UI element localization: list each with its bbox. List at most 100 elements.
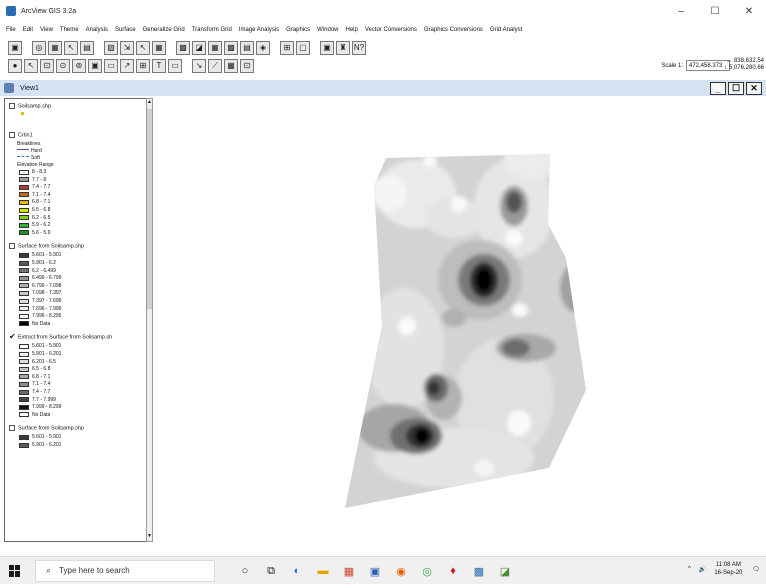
tool-bar-15-button[interactable]: ⊡ (240, 58, 254, 73)
tool-bar-2-button[interactable]: ↖ (24, 58, 38, 73)
theme-4[interactable]: ✔ Extract from Surface from Soilsamp.sh (9, 333, 112, 341)
tool-bar-13-button[interactable]: ⟋ (208, 58, 222, 73)
button-bar-16-button[interactable]: ⊞ (280, 40, 294, 55)
button-bar-1-button[interactable]: ▣ (8, 40, 22, 55)
menu-item-window[interactable]: Window (317, 27, 338, 33)
menu-item-transform-grid[interactable]: Transform Grid (192, 27, 232, 33)
button-bar-12-button[interactable]: ▦ (208, 40, 222, 55)
tool-bar-9-button[interactable]: ⊞ (136, 58, 150, 73)
button-bar-2-button[interactable]: ◎ (32, 40, 46, 55)
theme-5[interactable]: Surface from Soilsamp.shp (9, 425, 84, 432)
legend-swatch (19, 260, 29, 266)
theme-visibility-checkbox[interactable] (9, 132, 15, 138)
legend-swatch (19, 359, 29, 365)
menu-item-analysis[interactable]: Analysis (86, 27, 108, 33)
tool-bar-8-button[interactable]: ↗ (120, 58, 134, 73)
button-bar-11-button[interactable]: ◪ (192, 40, 206, 55)
menu-item-help[interactable]: Help (346, 27, 358, 33)
view-title-bar: View1 _ ☐ ✕ (0, 80, 766, 96)
app-red-icon[interactable]: ♦ (440, 560, 466, 582)
theme-visibility-checkbox[interactable]: ✔ (9, 333, 16, 341)
theme-1[interactable]: Soilsamp.shp (9, 103, 51, 110)
table-of-contents[interactable]: Soilsamp.shp Crtin1 Breaklines Hard Soft Elev… (4, 98, 150, 542)
button-bar-7-button[interactable]: ⇲ (120, 40, 134, 55)
maximize-button[interactable]: ☐ (698, 0, 732, 22)
button-bar-20-button[interactable]: N? (352, 40, 366, 55)
button-bar-4-button[interactable]: ↖ (64, 40, 78, 55)
menu-item-vector-conversions[interactable]: Vector Conversions (365, 27, 417, 33)
button-bar-9-button[interactable]: ▦ (152, 40, 166, 55)
button-bar-6-button[interactable]: ▧ (104, 40, 118, 55)
tool-bar-5-button[interactable]: ⊚ (72, 58, 86, 73)
taskbar-search-box[interactable]: ⌕ Type here to search (35, 559, 215, 582)
view-minimize-button[interactable]: _ (710, 82, 726, 95)
firefox-icon[interactable]: ◉ (388, 560, 414, 582)
file-explorer-icon[interactable]: ▬ (310, 560, 336, 582)
view-maximize-button[interactable]: ☐ (728, 82, 744, 95)
menu-item-edit[interactable]: Edit (23, 27, 33, 33)
button-bar-18-button[interactable]: ▣ (320, 40, 334, 55)
tool-bar-12-button[interactable]: ↘ (192, 58, 206, 73)
tool-bar-1-button[interactable]: ● (8, 58, 22, 73)
task-view-icon[interactable]: ⧉ (258, 560, 284, 582)
menu-item-view[interactable]: View (40, 27, 53, 33)
notification-icon[interactable]: 🗨 (752, 566, 760, 573)
theme-2[interactable]: Crtin1 (9, 132, 33, 139)
button-bar-5-button[interactable]: ▤ (80, 40, 94, 55)
legend-entry: 6.499 - 6.799 (19, 275, 61, 281)
theme-visibility-checkbox[interactable] (9, 243, 15, 250)
extracted-surface-raster (345, 154, 586, 508)
coord-y: ↕ 5,076,280.66 (724, 65, 764, 71)
cortana-icon[interactable]: ○ (232, 560, 258, 582)
close-button[interactable]: ✕ (732, 0, 766, 22)
arcview-icon[interactable]: ◪ (492, 560, 518, 582)
button-bar-13-button[interactable]: ▩ (224, 40, 238, 55)
powerpoint-icon[interactable]: ▦ (336, 560, 362, 582)
button-bar-15-button[interactable]: ◈ (256, 40, 270, 55)
legend-swatch (19, 298, 29, 304)
legend-swatch (19, 199, 29, 205)
theme-3[interactable]: Surface from Soilsamp.shp (9, 243, 84, 250)
minimize-button[interactable]: – (664, 0, 698, 22)
toc-scrollbar[interactable]: ▲ ▼ (146, 98, 153, 542)
button-bar-19-button[interactable]: ♜ (336, 40, 350, 55)
view-close-button[interactable]: ✕ (746, 82, 762, 95)
legend-label: 7.696 - 7.996 (32, 305, 62, 312)
scroll-thumb[interactable] (147, 109, 152, 309)
menu-item-graphics-conversions[interactable]: Graphics Conversions (424, 27, 483, 33)
tool-bar-14-button[interactable]: ▦ (224, 58, 238, 73)
menu-item-grid-analyst[interactable]: Grid Analyst (490, 27, 522, 33)
legend-label: 5.901 - 6.201 (32, 442, 62, 448)
menu-item-generalize-grid[interactable]: Generalize Grid (143, 27, 185, 33)
theme-visibility-checkbox[interactable] (9, 103, 15, 109)
button-bar-3-button[interactable]: ▦ (48, 40, 62, 55)
menu-item-image-analysis[interactable]: Image Analysis (239, 27, 279, 33)
clock[interactable]: 11:08 AM 16-Sep-20 (714, 561, 742, 577)
button-bar-17-button[interactable]: ▢ (296, 40, 310, 55)
button-bar-14-button[interactable]: ▤ (240, 40, 254, 55)
menu-item-graphics[interactable]: Graphics (286, 27, 310, 33)
scroll-up-arrow-icon[interactable]: ▲ (147, 99, 152, 107)
menu-item-theme[interactable]: Theme (60, 27, 79, 33)
media-icon[interactable]: ▣ (362, 560, 388, 582)
tool-bar-11-button[interactable]: ▭ (168, 58, 182, 73)
button-bar-8-button[interactable]: ↖ (136, 40, 150, 55)
scroll-down-arrow-icon[interactable]: ▼ (147, 533, 152, 541)
windows-start-icon[interactable] (9, 564, 21, 577)
tool-bar-10-button[interactable]: T (152, 58, 166, 73)
edge-icon[interactable]: ◐ (284, 560, 310, 582)
tool-bar-7-button[interactable]: ▭ (104, 58, 118, 73)
map-display[interactable] (154, 98, 766, 542)
button-bar-10-button[interactable]: ▩ (176, 40, 190, 55)
legend-label: 7.7 - 8 (32, 176, 47, 183)
menu-item-file[interactable]: File (6, 27, 16, 33)
tray-chevron-icon[interactable]: ^ (688, 566, 691, 572)
tool-bar-4-button[interactable]: ⊙ (56, 58, 70, 73)
tool-bar-3-button[interactable]: ⊡ (40, 58, 54, 73)
menu-item-surface[interactable]: Surface (115, 27, 136, 33)
volume-icon[interactable]: 🔊 (699, 566, 706, 573)
chrome-icon[interactable]: ◎ (414, 560, 440, 582)
theme-visibility-checkbox[interactable] (9, 425, 15, 432)
app-blue-icon[interactable]: ▩ (466, 560, 492, 582)
tool-bar-6-button[interactable]: ▣ (88, 58, 102, 73)
